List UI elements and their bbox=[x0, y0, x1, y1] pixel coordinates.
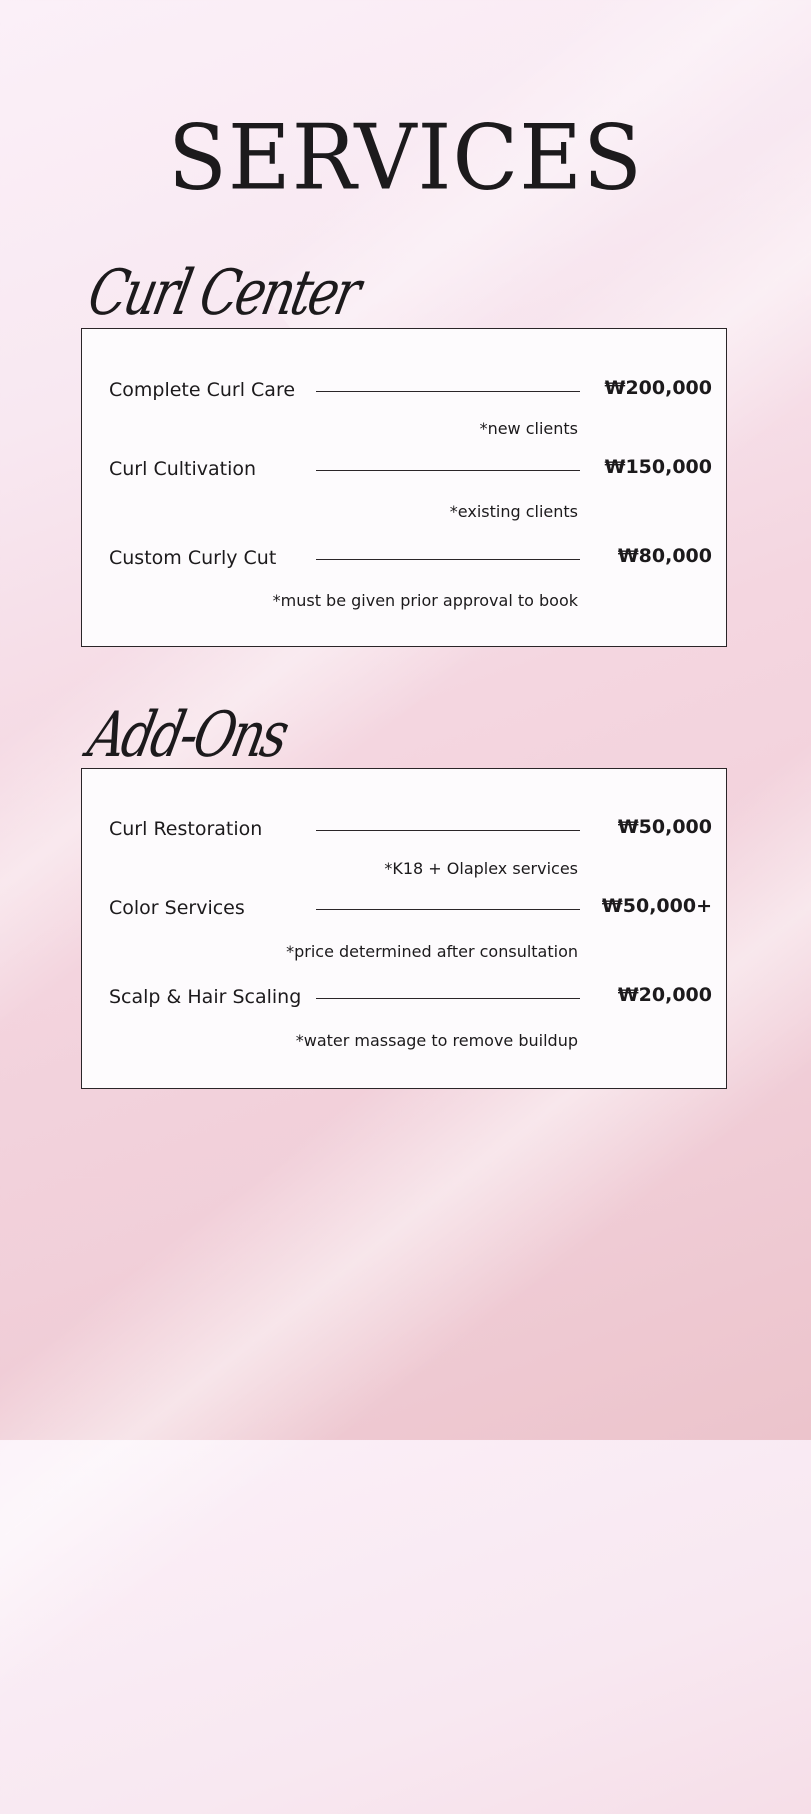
dotted-leader-line bbox=[316, 391, 580, 392]
service-note: *price determined after consultation bbox=[286, 942, 578, 961]
service-row: Curl Restoration ₩50,000 bbox=[82, 814, 726, 844]
service-name: Curl Cultivation bbox=[109, 458, 257, 480]
dotted-leader-line bbox=[316, 998, 580, 999]
service-name: Complete Curl Care bbox=[109, 379, 296, 401]
service-name: Color Services bbox=[109, 897, 245, 919]
service-name: Custom Curly Cut bbox=[109, 547, 277, 569]
section-heading-add-ons: Add-Ons bbox=[82, 698, 293, 771]
service-row: Complete Curl Care ₩200,000 bbox=[82, 375, 726, 405]
service-row: Scalp & Hair Scaling ₩20,000 bbox=[82, 982, 726, 1012]
service-row: Color Services ₩50,000+ bbox=[82, 893, 726, 923]
dotted-leader-line bbox=[316, 830, 580, 831]
add-ons-menu-card: Curl Restoration ₩50,000 *K18 + Olaplex … bbox=[81, 768, 727, 1089]
service-note: *K18 + Olaplex services bbox=[384, 859, 578, 878]
service-price: ₩80,000 bbox=[617, 545, 712, 567]
service-note: *existing clients bbox=[449, 502, 578, 521]
service-row: Custom Curly Cut ₩80,000 bbox=[82, 543, 726, 573]
service-note: *must be given prior approval to book bbox=[272, 591, 578, 610]
dotted-leader-line bbox=[316, 470, 580, 471]
service-price: ₩200,000 bbox=[604, 377, 713, 399]
dotted-leader-line bbox=[316, 559, 580, 560]
service-note: *new clients bbox=[479, 419, 578, 438]
page-title: SERVICES bbox=[168, 105, 643, 211]
service-price: ₩150,000 bbox=[604, 456, 713, 478]
section-heading-curl-center: Curl Center bbox=[82, 256, 365, 329]
service-price: ₩20,000 bbox=[617, 984, 712, 1006]
service-row: Curl Cultivation ₩150,000 bbox=[82, 454, 726, 484]
dotted-leader-line bbox=[316, 909, 580, 910]
curl-center-menu-card: Complete Curl Care ₩200,000 *new clients… bbox=[81, 328, 727, 647]
service-price: ₩50,000 bbox=[617, 816, 712, 838]
service-note: *water massage to remove buildup bbox=[295, 1031, 578, 1050]
service-name: Scalp & Hair Scaling bbox=[109, 986, 302, 1008]
service-price: ₩50,000+ bbox=[601, 895, 712, 917]
service-name: Curl Restoration bbox=[109, 818, 263, 840]
